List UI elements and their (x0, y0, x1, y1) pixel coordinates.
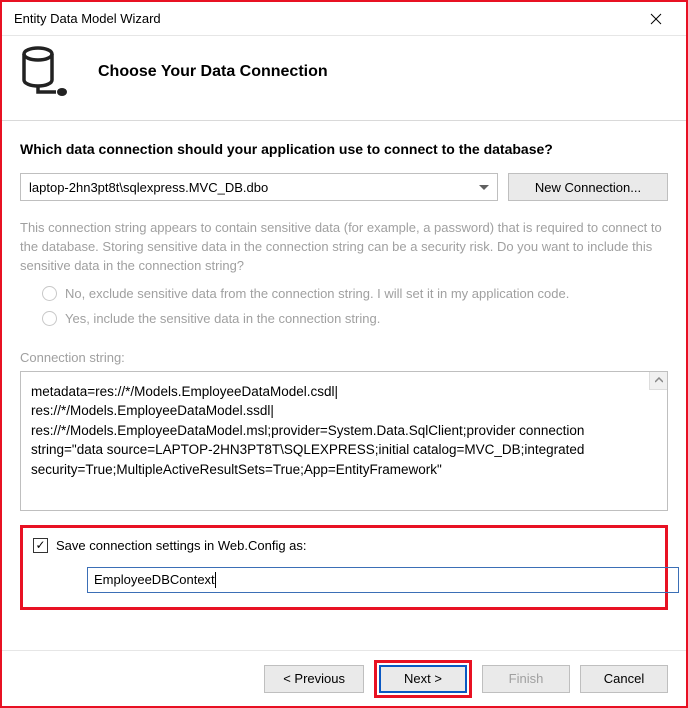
connection-string-label: Connection string: (20, 350, 668, 365)
wizard-footer: < Previous Next > Finish Cancel (2, 650, 686, 706)
save-checkbox-row: ✓ Save connection settings in Web.Config… (33, 538, 655, 553)
save-checkbox[interactable]: ✓ (33, 538, 48, 553)
database-icon (22, 46, 70, 98)
save-settings-area: ✓ Save connection settings in Web.Config… (20, 525, 668, 610)
cancel-button[interactable]: Cancel (580, 665, 668, 693)
connection-dropdown[interactable]: laptop-2hn3pt8t\sqlexpress.MVC_DB.dbo (20, 173, 498, 201)
wizard-content: Which data connection should your applic… (2, 121, 686, 650)
radio-exclude-label: No, exclude sensitive data from the conn… (65, 286, 569, 301)
window-title: Entity Data Model Wizard (14, 11, 634, 26)
previous-button[interactable]: < Previous (264, 665, 364, 693)
radio-icon (42, 311, 57, 326)
close-button[interactable] (634, 4, 678, 34)
sensitive-data-info: This connection string appears to contai… (20, 219, 668, 276)
wizard-header: Choose Your Data Connection (2, 36, 686, 121)
wizard-window: Entity Data Model Wizard Choose Your Dat… (0, 0, 688, 708)
scroll-up-button[interactable] (649, 372, 667, 390)
save-checkbox-label: Save connection settings in Web.Config a… (56, 538, 307, 553)
text-caret (215, 572, 216, 588)
context-name-input[interactable]: EmployeeDBContext (87, 567, 679, 593)
close-icon (650, 13, 662, 25)
chevron-up-icon (655, 377, 663, 383)
radio-icon (42, 286, 57, 301)
sensitive-radio-group: No, exclude sensitive data from the conn… (42, 286, 668, 336)
connection-string-value: metadata=res://*/Models.EmployeeDataMode… (31, 384, 588, 477)
next-button-highlight: Next > (374, 660, 472, 698)
connection-string-box[interactable]: metadata=res://*/Models.EmployeeDataMode… (20, 371, 668, 511)
radio-include-label: Yes, include the sensitive data in the c… (65, 311, 380, 326)
question-label: Which data connection should your applic… (20, 141, 668, 157)
radio-include: Yes, include the sensitive data in the c… (42, 311, 668, 326)
connection-row: laptop-2hn3pt8t\sqlexpress.MVC_DB.dbo Ne… (20, 173, 668, 201)
finish-button: Finish (482, 665, 570, 693)
new-connection-button[interactable]: New Connection... (508, 173, 668, 201)
connection-selected: laptop-2hn3pt8t\sqlexpress.MVC_DB.dbo (29, 180, 268, 195)
page-title: Choose Your Data Connection (98, 63, 328, 81)
next-button[interactable]: Next > (379, 665, 467, 693)
radio-exclude: No, exclude sensitive data from the conn… (42, 286, 668, 301)
context-name-value: EmployeeDBContext (94, 572, 215, 587)
titlebar: Entity Data Model Wizard (2, 2, 686, 36)
